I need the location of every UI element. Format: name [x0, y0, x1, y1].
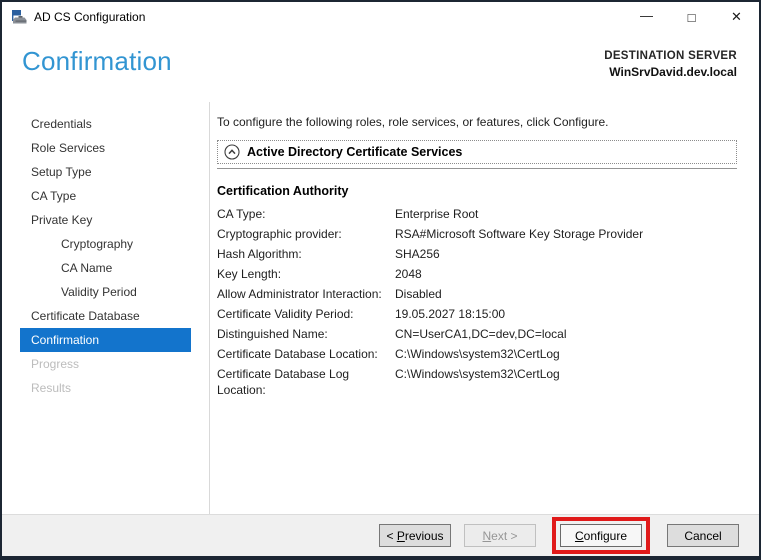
detail-value: Disabled: [395, 287, 442, 301]
section-title: Certification Authority: [217, 184, 349, 198]
detail-label: Allow Administrator Interaction:: [217, 287, 382, 301]
detail-value: SHA256: [395, 247, 440, 261]
sidebar-item-certificate-database[interactable]: Certificate Database: [20, 304, 191, 328]
sidebar-item-role-services[interactable]: Role Services: [20, 136, 191, 160]
configure-button[interactable]: Configure: [560, 524, 642, 547]
detail-value: Enterprise Root: [395, 207, 479, 221]
details-list: CA Type: Enterprise Root Cryptographic p…: [217, 206, 737, 398]
detail-label: Cryptographic provider:: [217, 227, 342, 241]
detail-label: Certificate Validity Period:: [217, 307, 354, 321]
detail-label: Certificate Database Location:: [217, 347, 378, 361]
expander-section: Active Directory Certificate Services: [217, 140, 737, 169]
detail-value: 19.05.2027 18:15:00: [395, 307, 506, 321]
sidebar-item-validity-period[interactable]: Validity Period: [20, 280, 191, 304]
page-title: Confirmation: [22, 46, 172, 76]
detail-value: CN=UserCA1,DC=dev,DC=local: [395, 327, 567, 341]
destination-server-block: DESTINATION SERVER WinSrvDavid.dev.local: [604, 46, 737, 102]
wizard-steps-sidebar: Credentials Role Services Setup Type CA …: [2, 102, 210, 514]
sidebar-item-setup-type[interactable]: Setup Type: [20, 160, 191, 184]
adcs-configuration-window: AD CS Configuration — □ ✕ Confirmation D…: [0, 0, 761, 560]
sidebar-item-credentials[interactable]: Credentials: [20, 112, 191, 136]
chevron-up-circle-icon: [224, 144, 240, 160]
red-highlight-annotation: Configure: [552, 517, 650, 554]
intro-text: To configure the following roles, role s…: [217, 115, 609, 129]
destination-server-name: WinSrvDavid.dev.local: [609, 65, 737, 79]
detail-label: Hash Algorithm:: [217, 247, 302, 261]
detail-value: C:\Windows\system32\CertLog: [395, 367, 560, 381]
wizard-header: Confirmation DESTINATION SERVER WinSrvDa…: [2, 32, 759, 102]
detail-label: Key Length:: [217, 267, 282, 281]
maximize-button[interactable]: □: [669, 2, 714, 32]
detail-label: Distinguished Name:: [217, 327, 328, 341]
sidebar-item-progress: Progress: [31, 357, 80, 371]
detail-value: RSA#Microsoft Software Key Storage Provi…: [395, 227, 644, 241]
sidebar-item-cryptography[interactable]: Cryptography: [20, 232, 191, 256]
detail-value: 2048: [395, 267, 422, 281]
confirmation-content: To configure the following roles, role s…: [210, 102, 759, 514]
title-bar: AD CS Configuration — □ ✕: [2, 2, 759, 32]
sidebar-item-ca-name[interactable]: CA Name: [20, 256, 191, 280]
server-manager-icon: [11, 9, 28, 25]
close-button[interactable]: ✕: [714, 2, 759, 32]
wizard-button-bar: < Previous Next > Configure Cancel: [2, 514, 759, 556]
sidebar-item-results: Results: [31, 381, 72, 395]
minimize-button[interactable]: —: [624, 2, 669, 32]
detail-label: Certificate Database Log Location:: [217, 367, 350, 397]
sidebar-item-confirmation[interactable]: Confirmation: [20, 328, 191, 352]
window-title: AD CS Configuration: [34, 10, 146, 24]
expander-label: Active Directory Certificate Services: [247, 145, 463, 159]
previous-button[interactable]: < Previous: [379, 524, 451, 547]
detail-label: CA Type:: [217, 207, 266, 221]
sidebar-item-ca-type[interactable]: CA Type: [20, 184, 191, 208]
next-button: Next >: [464, 524, 536, 547]
destination-server-label: DESTINATION SERVER: [604, 50, 737, 62]
sidebar-item-private-key[interactable]: Private Key: [20, 208, 191, 232]
adcs-expander[interactable]: Active Directory Certificate Services: [217, 140, 737, 164]
detail-value: C:\Windows\system32\CertLog: [395, 347, 560, 361]
cancel-button[interactable]: Cancel: [667, 524, 739, 547]
